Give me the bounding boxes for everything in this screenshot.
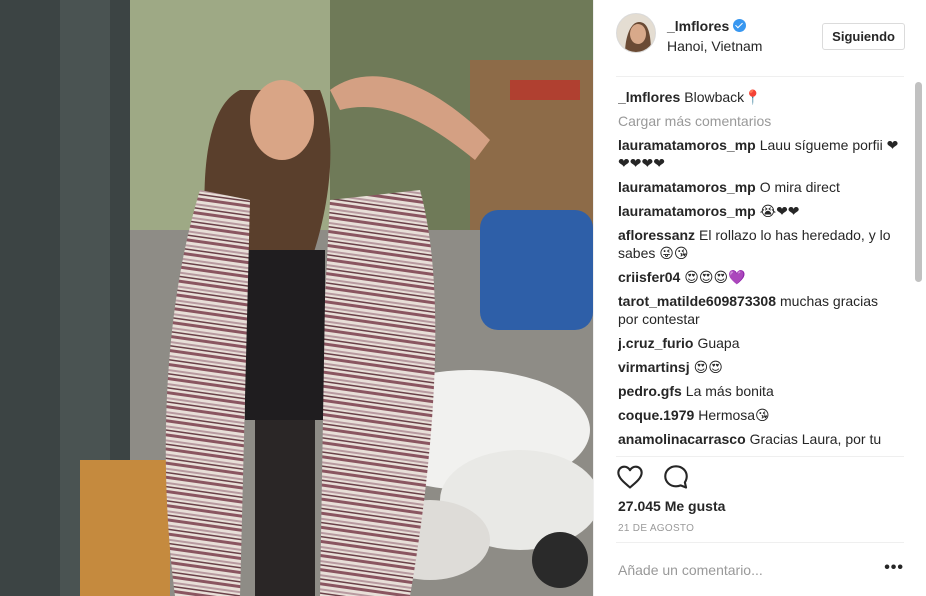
comment-username[interactable]: afloressanz: [618, 227, 695, 243]
comment-item: lauramatamoros_mp O mira direct: [618, 178, 902, 196]
comment-username[interactable]: tarot_matilde609873308: [618, 293, 776, 309]
comment-username[interactable]: criisfer04: [618, 269, 680, 285]
comment-item: tarot_matilde609873308 muchas gracias por…: [618, 292, 902, 328]
comment-text: Guapa: [697, 335, 740, 351]
comment-text: Hermosa😘: [698, 407, 770, 423]
comment-text: 😍😍😍💜: [684, 269, 746, 285]
comment-item: anamolinacarrasco Gracias Laura, por tu: [618, 430, 902, 448]
comment-text: O mira direct: [759, 179, 840, 195]
verified-badge-icon: [733, 19, 747, 32]
header-location[interactable]: Hanoi, Vietnam: [667, 38, 762, 54]
scrollbar-thumb[interactable]: [915, 82, 922, 282]
comment-username[interactable]: j.cruz_furio: [618, 335, 693, 351]
actions-divider: [616, 456, 904, 457]
avatar[interactable]: [616, 13, 656, 53]
comment-username[interactable]: coque.1979: [618, 407, 694, 423]
comment-item: pedro.gfs La más bonita: [618, 382, 902, 400]
comment-item: lauramatamoros_mp 😭❤❤: [618, 202, 902, 220]
comment-username[interactable]: lauramatamoros_mp: [618, 203, 756, 219]
load-more-comments-button[interactable]: Cargar más comentarios: [618, 112, 902, 130]
comment-username[interactable]: virmartinsj: [618, 359, 690, 375]
post-photo-illustration: [0, 0, 593, 596]
comment-username[interactable]: lauramatamoros_mp: [618, 179, 756, 195]
post-actions: [616, 463, 704, 491]
comments-scrollbar[interactable]: [915, 78, 922, 454]
comment-item: virmartinsj 😍😍: [618, 358, 902, 376]
comment-username[interactable]: pedro.gfs: [618, 383, 682, 399]
comment-username[interactable]: lauramatamoros_mp: [618, 137, 756, 153]
likes-count[interactable]: 27.045 Me gusta: [618, 498, 725, 514]
comment-text: 😭❤❤: [759, 203, 800, 219]
comment-username[interactable]: anamolinacarrasco: [618, 431, 746, 447]
comment-text: 😍😍: [693, 359, 723, 375]
header-divider: [616, 76, 904, 77]
avatar-image: [617, 14, 655, 52]
post-modal: _lmflores Hanoi, Vietnam Siguiendo _lmfl…: [0, 0, 926, 596]
comment-item: coque.1979 Hermosa😘: [618, 406, 902, 424]
comment-item: afloressanz El rollazo lo has heredado, y…: [618, 226, 902, 262]
comment-text: La más bonita: [685, 383, 774, 399]
header-username-text[interactable]: _lmflores: [667, 18, 729, 34]
caption-text: Blowback📍: [684, 89, 762, 105]
comment-item: j.cruz_furio Guapa: [618, 334, 902, 352]
more-options-button[interactable]: •••: [884, 560, 904, 576]
comment-item: lauramatamoros_mp Lauu sígueme porfii ❤❤❤…: [618, 136, 902, 172]
add-comment-input[interactable]: [618, 556, 868, 584]
heart-icon[interactable]: [616, 463, 644, 491]
comments-list: _lmflores Blowback📍 Cargar más comentario…: [618, 84, 902, 456]
add-comment-divider: [616, 542, 904, 543]
header-username[interactable]: _lmflores: [667, 18, 747, 34]
comment-text: Gracias Laura, por tu: [749, 431, 882, 447]
post-photo[interactable]: [0, 0, 593, 596]
comment-item: criisfer04 😍😍😍💜: [618, 268, 902, 286]
caption-username[interactable]: _lmflores: [618, 89, 680, 105]
post-header: _lmflores Hanoi, Vietnam Siguiendo: [594, 0, 926, 76]
post-date[interactable]: 21 DE AGOSTO: [618, 523, 694, 534]
comment-icon[interactable]: [662, 463, 690, 491]
post-caption: _lmflores Blowback📍: [618, 88, 902, 106]
following-button[interactable]: Siguiendo: [822, 23, 905, 50]
post-sidebar: _lmflores Hanoi, Vietnam Siguiendo _lmfl…: [593, 0, 926, 596]
